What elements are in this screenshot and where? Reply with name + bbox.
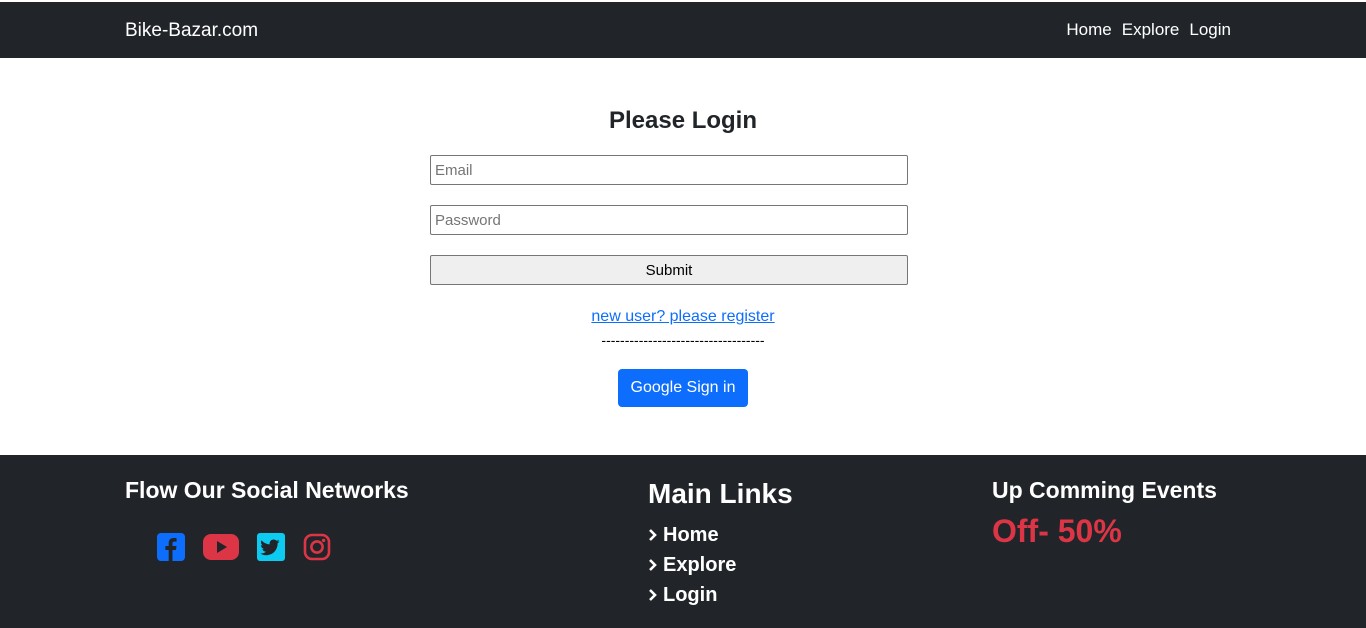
- youtube-icon[interactable]: [203, 534, 239, 560]
- login-title: Please Login: [608, 107, 758, 134]
- footer-link-home[interactable]: Home: [648, 520, 736, 550]
- password-field[interactable]: [430, 205, 908, 235]
- login-section: Please Login Submit new user? please reg…: [0, 58, 1366, 455]
- chevron-right-icon: [649, 529, 657, 541]
- chevron-right-icon: [649, 589, 657, 601]
- facebook-icon[interactable]: [157, 533, 185, 561]
- divider: -----------------------------------: [601, 332, 765, 348]
- footer-link-label: Login: [663, 583, 718, 606]
- social-title: Flow Our Social Networks: [125, 477, 409, 503]
- register-link[interactable]: new user? please register: [591, 308, 774, 325]
- google-sign-in-button[interactable]: Google Sign in: [618, 369, 748, 407]
- main-links-title: Main Links: [648, 478, 793, 509]
- footer-link-label: Explore: [663, 553, 737, 576]
- instagram-icon[interactable]: [303, 533, 331, 561]
- nav-link-explore[interactable]: Explore: [1122, 20, 1180, 40]
- offer-text: Off- 50%: [992, 513, 1122, 549]
- footer: Flow Our Social Networks Main Links Home…: [0, 455, 1366, 628]
- submit-button[interactable]: Submit: [430, 255, 908, 285]
- navbar: Bike-Bazar.com Home Explore Login: [0, 2, 1366, 58]
- nav-link-home[interactable]: Home: [1066, 20, 1111, 40]
- nav-link-login[interactable]: Login: [1189, 20, 1231, 40]
- brand-logo[interactable]: Bike-Bazar.com: [125, 20, 258, 42]
- email-field[interactable]: [430, 155, 908, 185]
- register-link-wrap: new user? please register: [0, 308, 1366, 326]
- chevron-right-icon: [649, 559, 657, 571]
- footer-link-login[interactable]: Login: [648, 580, 736, 610]
- social-icons: [157, 533, 331, 561]
- events-title: Up Comming Events: [992, 477, 1217, 503]
- twitter-icon[interactable]: [257, 533, 285, 561]
- footer-link-label: Home: [663, 523, 719, 546]
- footer-links: Home Explore Login: [648, 520, 736, 610]
- footer-link-explore[interactable]: Explore: [648, 550, 736, 580]
- nav-links: Home Explore Login: [1066, 20, 1231, 40]
